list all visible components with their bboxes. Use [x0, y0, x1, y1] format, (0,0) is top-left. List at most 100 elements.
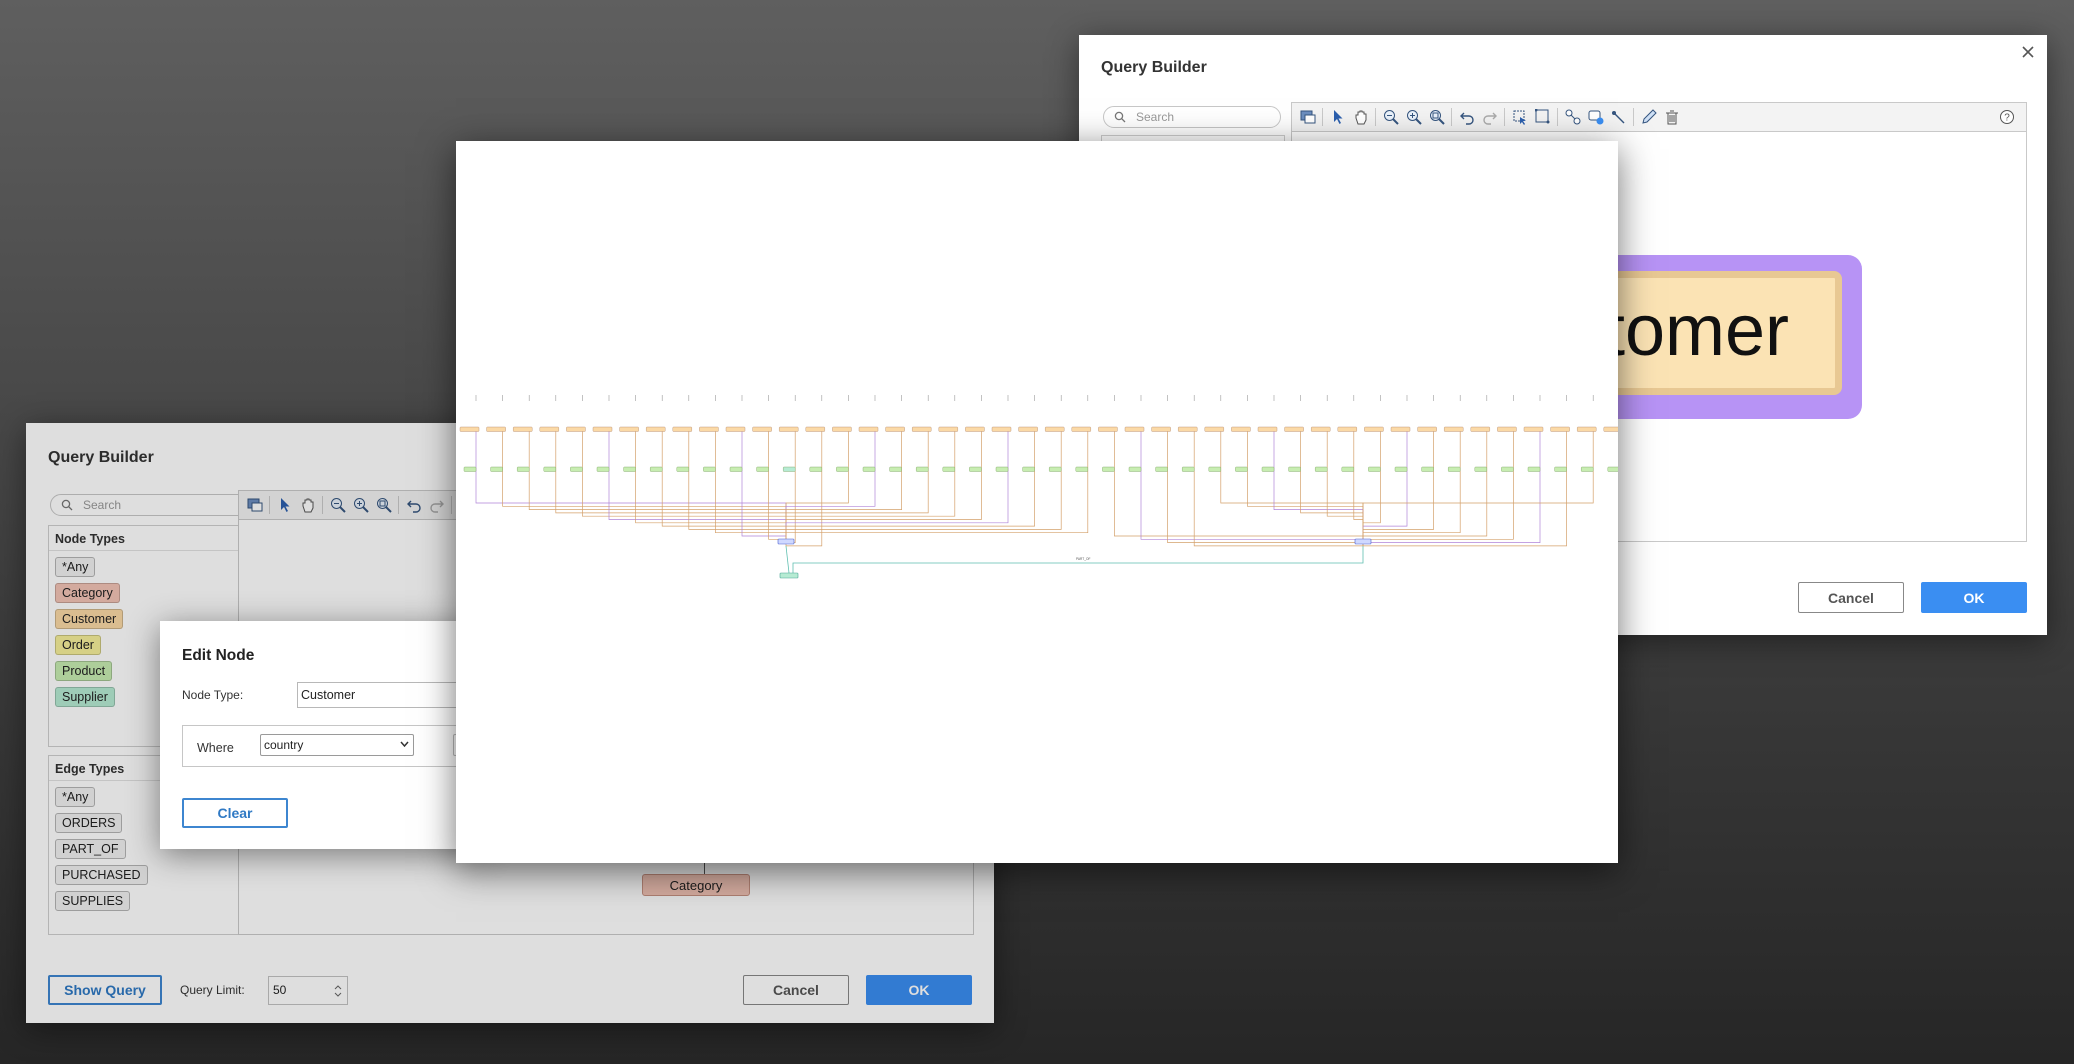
- pointer-icon[interactable]: [273, 494, 296, 517]
- graph-edge: [1362, 428, 1461, 538]
- customer-node: [1071, 426, 1091, 432]
- customer-node: [1124, 426, 1145, 432]
- connect-icon[interactable]: [1607, 106, 1630, 129]
- edge-type-chip[interactable]: PURCHASED: [55, 865, 148, 885]
- customer-node: [858, 426, 879, 432]
- cancel-button[interactable]: Cancel: [1798, 582, 1904, 613]
- zoom-in-icon[interactable]: [1402, 106, 1425, 129]
- product-node: [463, 466, 477, 472]
- graph-edge: [555, 428, 787, 538]
- graph-edge: [635, 428, 787, 538]
- customer-node: [699, 426, 719, 432]
- graph-edge: [785, 428, 1089, 538]
- ok-button[interactable]: OK: [1921, 582, 2027, 613]
- pointer-icon[interactable]: [1326, 106, 1349, 129]
- edge-type-chip[interactable]: PART_OF: [55, 839, 126, 859]
- search-placeholder: Search: [83, 498, 122, 512]
- product-node: [596, 466, 610, 472]
- undo-icon[interactable]: [1455, 106, 1478, 129]
- graph-edge: [785, 428, 982, 538]
- ok-button[interactable]: OK: [866, 975, 972, 1005]
- node-type-chip[interactable]: Supplier: [55, 687, 115, 707]
- graph-edge: [661, 428, 787, 538]
- customer-node: [539, 426, 560, 432]
- customer-node: [1311, 426, 1331, 432]
- where-label: Where: [197, 741, 234, 755]
- zoom-in-icon[interactable]: [349, 494, 372, 517]
- node-type-label: Node Type:: [182, 688, 244, 702]
- product-node: [809, 466, 822, 472]
- graph-edge: [1326, 428, 1364, 538]
- node-type-chip[interactable]: *Any: [55, 557, 96, 577]
- product-node: [1341, 466, 1354, 472]
- product-node: [942, 466, 955, 472]
- redo-icon[interactable]: [1478, 106, 1501, 129]
- node-type-chip[interactable]: Customer: [55, 609, 124, 629]
- edit-node-dialog: Edit Node Node Type: Customer Where coun…: [160, 621, 502, 849]
- hub-node: [1354, 538, 1372, 545]
- product-node: [995, 466, 1009, 472]
- redo-icon[interactable]: [425, 494, 448, 517]
- toolbar-divider: [269, 496, 270, 514]
- graph-edge: [1362, 428, 1567, 547]
- product-node: [916, 466, 929, 472]
- graph-preview-window: PART_OF: [456, 141, 1618, 863]
- product-node: [889, 466, 902, 472]
- product-node: [676, 466, 690, 472]
- graph-edge: [528, 428, 787, 538]
- select-group-icon[interactable]: [1531, 106, 1554, 129]
- zoom-fit-icon[interactable]: [1425, 106, 1448, 129]
- query-limit-stepper[interactable]: 50: [268, 976, 348, 1005]
- cancel-button[interactable]: Cancel: [743, 975, 849, 1005]
- edge-type-chip[interactable]: SUPPLIES: [55, 891, 131, 911]
- node-type-chip[interactable]: Product: [55, 661, 113, 681]
- zoom-out-icon[interactable]: [326, 494, 349, 517]
- customer-node: [1444, 426, 1464, 432]
- graph-edge: [1167, 428, 1364, 543]
- product-node: [1607, 466, 1618, 472]
- customer-node: [1231, 426, 1251, 432]
- select-node-icon[interactable]: [1508, 106, 1531, 129]
- product-node: [756, 466, 769, 472]
- edge-type-chip[interactable]: *Any: [55, 787, 96, 807]
- edit-icon[interactable]: [1637, 106, 1660, 129]
- query-limit-value: 50: [273, 983, 287, 997]
- customer-node: [459, 426, 480, 432]
- edge-type-chip[interactable]: ORDERS: [55, 813, 123, 833]
- customer-node: [885, 426, 905, 432]
- zoom-fit-icon[interactable]: [372, 494, 395, 517]
- clear-button[interactable]: Clear: [182, 798, 288, 828]
- where-field-select[interactable]: country: [260, 734, 414, 756]
- graph-edge: [1362, 428, 1514, 540]
- delete-icon[interactable]: [1660, 106, 1683, 129]
- show-query-button[interactable]: Show Query: [48, 975, 162, 1005]
- search-input[interactable]: Search: [50, 494, 254, 516]
- graph-edge: [1362, 428, 1594, 538]
- product-node: [1049, 466, 1062, 472]
- hand-icon[interactable]: [296, 494, 319, 517]
- node-type-chip[interactable]: Category: [55, 583, 120, 603]
- node-type-chip[interactable]: Order: [55, 635, 101, 655]
- category-node[interactable]: Category: [642, 874, 750, 896]
- hand-icon[interactable]: [1349, 106, 1372, 129]
- graph-visualization[interactable]: PART_OF: [456, 141, 1618, 863]
- edit-node-title: Edit Node: [182, 647, 255, 664]
- product-node: [836, 466, 849, 472]
- help-icon[interactable]: ?: [1995, 106, 2018, 129]
- add-edge-icon[interactable]: [1561, 106, 1584, 129]
- graph-edge: [1114, 428, 1364, 538]
- search-input[interactable]: Search: [1103, 106, 1281, 128]
- close-icon[interactable]: [2019, 43, 2037, 61]
- toolbar-divider: [1375, 108, 1376, 126]
- stepper-arrows-icon[interactable]: [333, 983, 343, 999]
- customer-node: [1523, 426, 1544, 432]
- customer-node: [1470, 426, 1490, 432]
- undo-icon[interactable]: [402, 494, 425, 517]
- zoom-out-icon[interactable]: [1379, 106, 1402, 129]
- image-icon[interactable]: [1296, 106, 1319, 129]
- add-node-icon[interactable]: [1584, 106, 1607, 129]
- customer-node: [1576, 426, 1597, 432]
- image-icon[interactable]: [243, 494, 266, 517]
- product-node: [490, 466, 503, 472]
- graph-toolbar: ?: [1291, 102, 2027, 132]
